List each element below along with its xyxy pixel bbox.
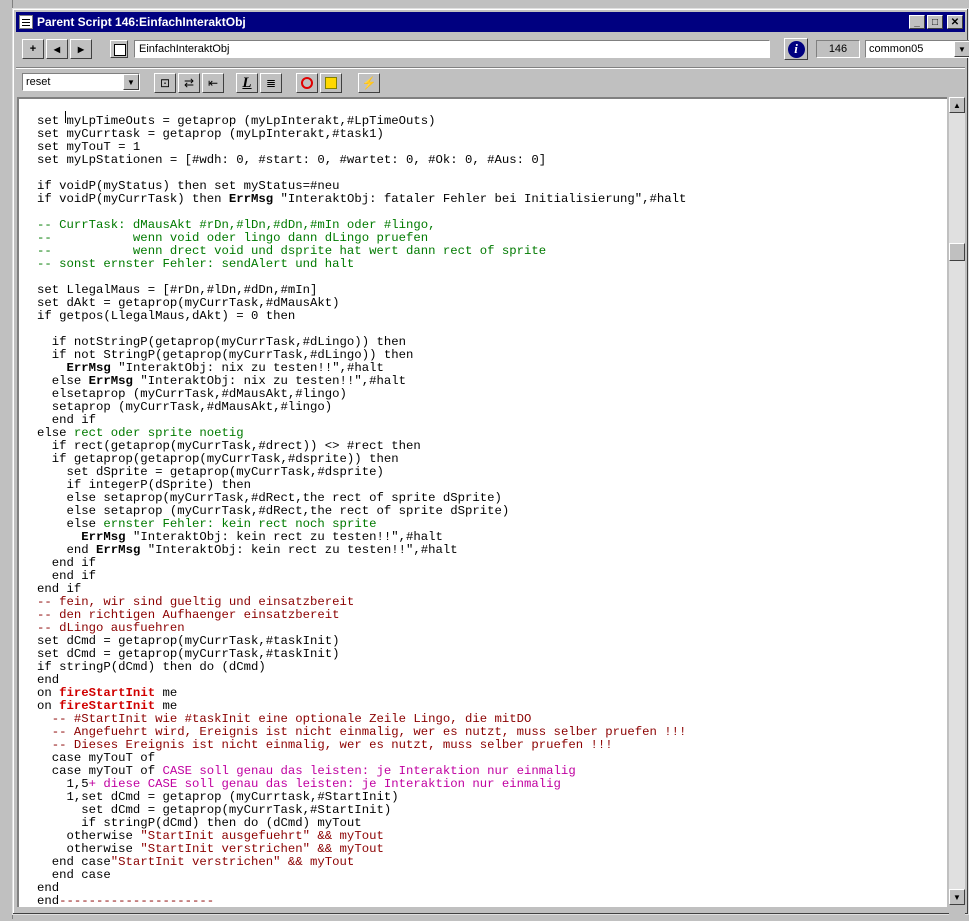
code-line: setaprop (myCurrTask,#dMausAkt,#lingo) (37, 400, 333, 414)
watch-expression-button[interactable] (320, 73, 342, 93)
next-arrow-icon: ▶ (77, 44, 85, 54)
member-drag-icon[interactable] (110, 40, 128, 58)
horizontal-scrollbar[interactable] (17, 907, 947, 911)
member-name-value: EinfachInteraktObj (139, 43, 230, 55)
code-line: if getpos(LlegalMaus,dAkt) = 0 then (37, 309, 296, 323)
code-line: end if (37, 556, 97, 570)
code-line: end case (37, 868, 111, 882)
member-toolbar: + ◀ ▶ EinfachInteraktObj i 146 common05 … (16, 35, 969, 63)
go-to-handler-button[interactable]: ⊡ (154, 73, 176, 93)
scroll-down-icon[interactable]: ▼ (949, 889, 965, 905)
cast-library-select[interactable]: common05 ▼ (865, 40, 969, 58)
code-line: -- sonst ernster Fehler: sendAlert und h… (37, 257, 355, 271)
handler-icon: ⊡ (159, 76, 171, 90)
comment-icon: ⇄ (183, 76, 195, 90)
next-member-button[interactable]: ▶ (70, 39, 92, 59)
scroll-up-icon[interactable]: ▲ (949, 97, 965, 113)
member-name-input[interactable]: EinfachInteraktObj (134, 40, 770, 58)
code-line: end if (37, 569, 97, 583)
title-bar[interactable]: Parent Script 146:EinfachInteraktObj _ □… (16, 12, 965, 32)
watch-icon (325, 77, 337, 89)
categorized-lingo-button[interactable]: ≣ (260, 73, 282, 93)
handler-select-value: reset (26, 76, 51, 88)
new-member-button[interactable]: + (22, 39, 44, 59)
code-line: if voidP(myCurrTask) then ErrMsg "Intera… (37, 192, 687, 206)
script-toolbar: reset ▼ ⊡ ⇄ ⇤ L ≣ ⚡ (16, 67, 965, 96)
code-line: end--------------------- (37, 894, 215, 908)
comment-button[interactable]: ⇄ (178, 73, 200, 93)
window-title: Parent Script 146:EinfachInteraktObj (37, 15, 246, 29)
new-member-label: + (29, 43, 37, 55)
lingo-menu-button[interactable]: L (236, 73, 258, 93)
chevron-down-icon: ▼ (954, 41, 969, 57)
vertical-scrollbar[interactable]: ▲ ▼ (949, 97, 965, 905)
code-line: end ErrMsg "InteraktObj: kein rect zu te… (37, 543, 458, 557)
lightning-icon: ⚡ (361, 76, 377, 90)
previous-arrow-icon: ◀ (53, 44, 61, 54)
member-number: 146 (816, 40, 860, 58)
info-icon-label: i (794, 41, 798, 56)
scroll-thumb[interactable] (949, 243, 965, 261)
toggle-breakpoint-button[interactable] (296, 73, 318, 93)
recompile-button[interactable]: ⚡ (358, 73, 380, 93)
uncomment-icon: ⇤ (207, 76, 219, 90)
handler-select[interactable]: reset ▼ (22, 73, 140, 91)
code-text: set myLpTimeOuts = getaprop (myLpInterak… (37, 102, 687, 908)
breakpoint-icon (301, 77, 313, 89)
minimize-button[interactable]: _ (909, 15, 925, 29)
maximize-button[interactable]: □ (927, 15, 943, 29)
script-editor[interactable]: set myLpTimeOuts = getaprop (myLpInterak… (17, 97, 947, 907)
lingo-l-icon: L (242, 74, 252, 91)
code-line: set myLpStationen = [#wdh: 0, #start: 0,… (37, 153, 547, 167)
script-window: Parent Script 146:EinfachInteraktObj _ □… (12, 8, 969, 921)
desktop-top-strip (0, 0, 969, 8)
close-button[interactable]: ✕ (947, 15, 963, 29)
uncomment-button[interactable]: ⇤ (202, 73, 224, 93)
list-icon: ≣ (265, 76, 277, 90)
previous-member-button[interactable]: ◀ (46, 39, 68, 59)
code-line: end case"StartInit verstrichen" && myTou… (37, 855, 355, 869)
cast-library-value: common05 (869, 43, 924, 55)
info-icon: i (787, 40, 805, 58)
chevron-down-icon: ▼ (123, 74, 139, 90)
member-info-button[interactable]: i (784, 38, 808, 60)
script-window-icon (19, 15, 33, 29)
code-line: if stringP(dCmd) then do (dCmd) (37, 660, 266, 674)
